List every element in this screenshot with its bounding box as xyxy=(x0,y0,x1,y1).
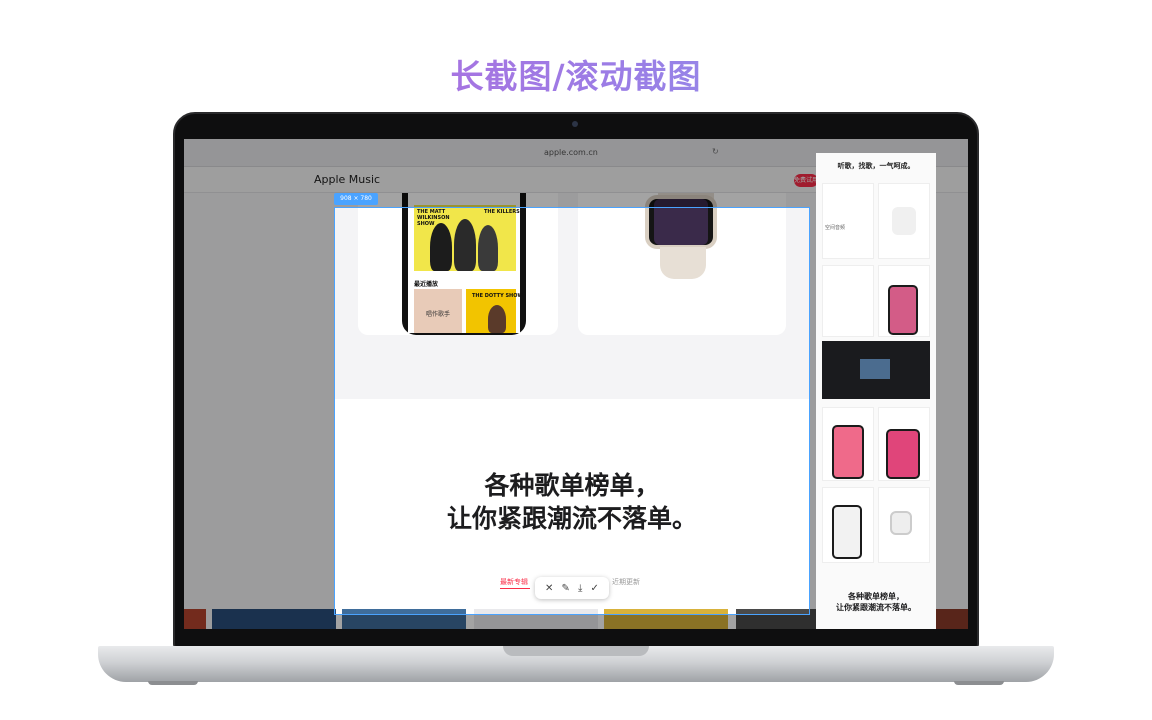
preview-headline-line: 让你紧跟潮流不落单。 xyxy=(836,603,916,612)
slide-heading: 长截图/滚动截图 xyxy=(0,50,1152,98)
preview-card-label: 空间音频 xyxy=(825,225,846,231)
capture-selection[interactable] xyxy=(334,207,810,615)
laptop-foot xyxy=(148,681,198,685)
download-icon[interactable]: ⤓ xyxy=(578,583,582,594)
airpods-image xyxy=(892,207,916,235)
preview-card xyxy=(822,265,874,337)
preview-phone-screen xyxy=(834,507,860,557)
screenshot-toolbar: ✕ ✎ ⤓ ✓ xyxy=(535,577,609,599)
laptop-opening-notch xyxy=(503,646,649,656)
preview-phone-screen xyxy=(888,431,918,477)
preview-phone-screen xyxy=(890,287,916,333)
preview-title: 听歌，找歌，一气呵成。 xyxy=(837,162,915,170)
laptop-foot xyxy=(954,681,1004,685)
dim-overlay xyxy=(184,139,334,629)
camera-icon xyxy=(572,121,578,127)
slide: 长截图/滚动截图 apple.com.cn ↻ Apple Music 免费试用… xyxy=(0,0,1152,720)
confirm-icon[interactable]: ✓ xyxy=(591,583,599,594)
dim-overlay xyxy=(334,615,810,629)
preview-headline-line: 各种歌单榜单， xyxy=(848,592,904,601)
dim-overlay xyxy=(334,139,810,207)
laptop-screen: apple.com.cn ↻ Apple Music 免费试用 THE MATT… xyxy=(184,139,968,629)
carplay-screen xyxy=(860,359,890,379)
preview-headline: 各种歌单榜单， 让你紧跟潮流不落单。 xyxy=(816,591,936,613)
cancel-icon[interactable]: ✕ xyxy=(545,583,553,594)
preview-phone-screen xyxy=(834,427,862,477)
preview-watch xyxy=(890,511,912,535)
preview-card xyxy=(822,183,874,259)
pen-icon[interactable]: ✎ xyxy=(562,583,570,594)
selection-size-badge: 908 × 780 xyxy=(334,193,378,205)
